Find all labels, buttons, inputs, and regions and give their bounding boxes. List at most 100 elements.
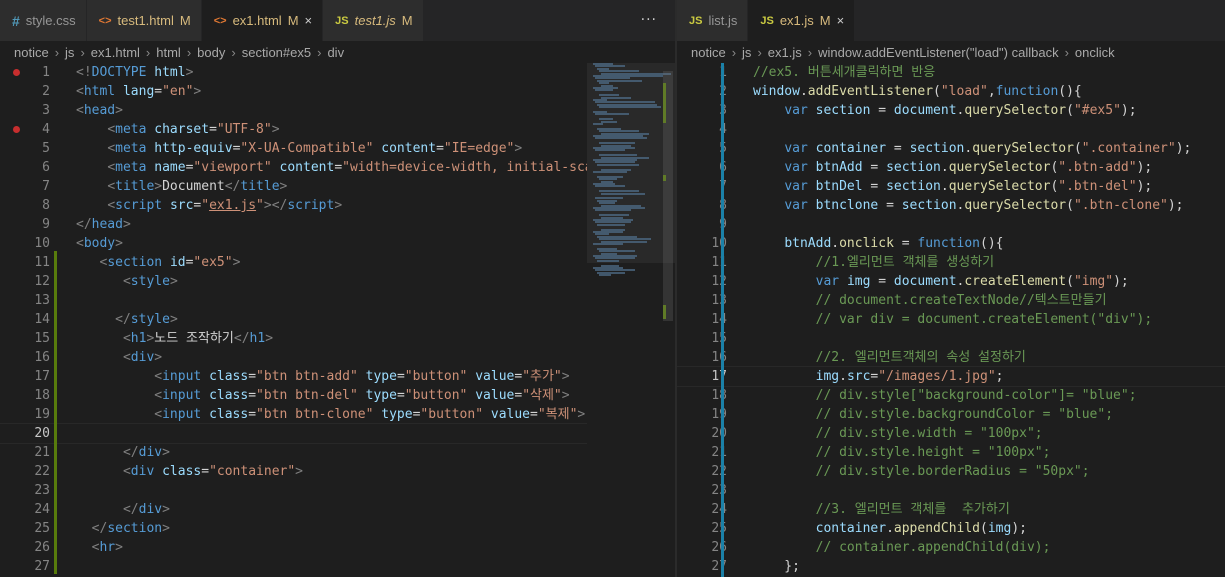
code-line[interactable]: 6 <meta name="viewport" content="width=d… — [0, 158, 675, 177]
line-number[interactable]: 11 — [0, 253, 58, 272]
line-number[interactable]: 12 — [677, 272, 735, 291]
line-number[interactable]: 27 — [677, 557, 735, 576]
code-line[interactable]: 2window.addEventListener("load",function… — [677, 82, 1225, 101]
line-number[interactable]: 15 — [677, 329, 735, 348]
code-line[interactable]: 10 <body> — [0, 234, 675, 253]
code-line[interactable]: 15 <h1>노드 조작하기</h1> — [0, 329, 675, 348]
line-number[interactable]: 7 — [677, 177, 735, 196]
line-number[interactable]: 14 — [0, 310, 58, 329]
line-number[interactable]: 17 — [0, 367, 58, 386]
line-number[interactable]: 3 — [677, 101, 735, 120]
line-number[interactable]: 9 — [677, 215, 735, 234]
code-line[interactable]: 10 btnAdd.onclick = function(){ — [677, 234, 1225, 253]
line-number[interactable]: 19 — [677, 405, 735, 424]
line-number[interactable]: 1 — [677, 63, 735, 82]
line-number[interactable]: 3 — [0, 101, 58, 120]
line-number[interactable]: 15 — [0, 329, 58, 348]
line-number[interactable]: 10 — [0, 234, 58, 253]
line-number[interactable]: 25 — [677, 519, 735, 538]
code-line[interactable]: 23 — [0, 481, 675, 500]
line-number[interactable]: 22 — [677, 462, 735, 481]
code-line[interactable]: 4 — [677, 120, 1225, 139]
code-line[interactable]: 22 // div.style.borderRadius = "50px"; — [677, 462, 1225, 481]
code-line[interactable]: 2 <html lang="en"> — [0, 82, 675, 101]
line-number[interactable]: 4 — [677, 120, 735, 139]
code-line[interactable]: 4 <meta charset="UTF-8"> — [0, 120, 675, 139]
scrollbar-thumb[interactable] — [663, 71, 673, 321]
breadcrumb-item[interactable]: js — [742, 45, 751, 60]
code-line[interactable]: 5 var container = section.querySelector(… — [677, 139, 1225, 158]
code-line[interactable]: 18 <input class="btn btn-del" type="butt… — [0, 386, 675, 405]
line-number[interactable]: 23 — [0, 481, 58, 500]
line-number[interactable]: 17 — [677, 367, 735, 386]
line-number[interactable]: 4 — [0, 120, 58, 139]
code-line[interactable]: 11 //1.엘리먼트 객체를 생성하기 — [677, 253, 1225, 272]
line-number[interactable]: 13 — [677, 291, 735, 310]
code-line[interactable]: 5 <meta http-equiv = "X-UA-Compatible" con… — [0, 139, 675, 158]
code-line[interactable]: 17 <input class="btn btn-add" type="butt… — [0, 367, 675, 386]
line-number[interactable]: 10 — [677, 234, 735, 253]
line-number[interactable]: 13 — [0, 291, 58, 310]
code-line[interactable]: 15 — [677, 329, 1225, 348]
code-line[interactable]: 9 </head> — [0, 215, 675, 234]
close-icon[interactable]: × — [837, 13, 845, 28]
tab-list-js[interactable]: JS list.js — [677, 0, 749, 41]
line-number[interactable]: 24 — [677, 500, 735, 519]
line-number[interactable]: 12 — [0, 272, 58, 291]
code-line[interactable]: 21 // div.style.height = "100px"; — [677, 443, 1225, 462]
line-number[interactable]: 27 — [0, 557, 58, 576]
code-line[interactable]: 18 // div.style["background-color"]= "bl… — [677, 386, 1225, 405]
breadcrumb-item[interactable]: section#ex5 — [242, 45, 311, 60]
breakpoint-icon[interactable] — [13, 69, 20, 76]
line-number[interactable]: 18 — [677, 386, 735, 405]
line-number[interactable]: 11 — [677, 253, 735, 272]
code-line[interactable]: 26 // container.appendChild(div); — [677, 538, 1225, 557]
line-number[interactable]: 2 — [0, 82, 58, 101]
line-number[interactable]: 26 — [0, 538, 58, 557]
code-line[interactable]: 26 <hr> — [0, 538, 675, 557]
breadcrumb-item[interactable]: div — [327, 45, 344, 60]
line-number[interactable]: 21 — [677, 443, 735, 462]
breadcrumb-item[interactable]: window.addEventListener("load") callback — [818, 45, 1058, 60]
tab-ex1-js[interactable]: JS ex1.js M × — [748, 0, 856, 41]
breadcrumb-item[interactable]: js — [65, 45, 74, 60]
code-line[interactable]: 27 — [0, 557, 675, 576]
code-line[interactable]: 27 }; — [677, 557, 1225, 576]
js-code-editor[interactable]: 1//ex5. 버튼세개클릭하면 반응2window.addEventListe… — [677, 63, 1225, 577]
breadcrumb-item[interactable]: html — [156, 45, 181, 60]
code-line[interactable]: 16 <div> — [0, 348, 675, 367]
code-line[interactable]: 20 — [0, 423, 675, 444]
line-number[interactable]: 18 — [0, 386, 58, 405]
breadcrumb-item[interactable]: onclick — [1075, 45, 1115, 60]
code-line[interactable]: 13 — [0, 291, 675, 310]
more-actions-icon[interactable]: ··· — [641, 12, 657, 28]
code-line[interactable]: 25 container.appendChild(img); — [677, 519, 1225, 538]
code-line[interactable]: 3 var section = document.querySelector("… — [677, 101, 1225, 120]
code-line[interactable]: 20 // div.style.width = "100px"; — [677, 424, 1225, 443]
breakpoint-icon[interactable] — [13, 126, 20, 133]
line-number[interactable]: 1 — [0, 63, 58, 82]
tab-style-css[interactable]: # style.css — [0, 0, 87, 41]
code-line[interactable]: 14 </style> — [0, 310, 675, 329]
line-number[interactable]: 22 — [0, 462, 58, 481]
code-line[interactable]: 3 <head> — [0, 101, 675, 120]
line-number[interactable]: 20 — [677, 424, 735, 443]
code-line[interactable]: 6 var btnAdd = section.querySelector(".b… — [677, 158, 1225, 177]
line-number[interactable]: 26 — [677, 538, 735, 557]
line-number[interactable]: 16 — [677, 348, 735, 367]
line-number[interactable]: 24 — [0, 500, 58, 519]
vertical-scrollbar[interactable] — [661, 63, 675, 577]
code-line[interactable]: 7 <title>Document</title> — [0, 177, 675, 196]
tab-test1-html[interactable]: <> test1.html M — [86, 0, 202, 41]
line-number[interactable]: 5 — [677, 139, 735, 158]
line-number[interactable]: 6 — [677, 158, 735, 177]
tab-ex1-html[interactable]: <> ex1.html M × — [201, 0, 324, 41]
code-line[interactable]: 8 <script src="ex1.js"></script> — [0, 196, 675, 215]
code-line[interactable]: 1 <!DOCTYPE html> — [0, 63, 675, 82]
line-number[interactable]: 8 — [677, 196, 735, 215]
line-number[interactable]: 7 — [0, 177, 58, 196]
html-code-editor[interactable]: 1 <!DOCTYPE html> 2 <html lang="en"> 3 <head>… — [0, 63, 675, 577]
breadcrumb-item[interactable]: notice — [691, 45, 726, 60]
line-number[interactable]: 19 — [0, 405, 58, 424]
code-line[interactable]: 16 //2. 엘리먼트객체의 속성 설정하기 — [677, 348, 1225, 367]
